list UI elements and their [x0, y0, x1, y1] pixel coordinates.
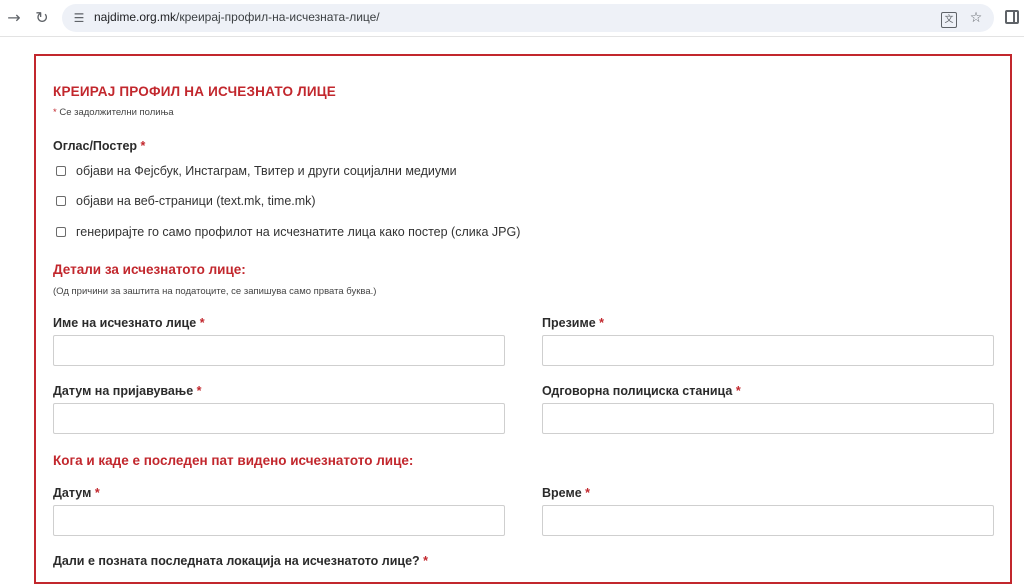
last-location-question: Дали е позната последната локација на ис…	[53, 554, 429, 568]
jpg-poster-option-label: генерирајте го само профилот на исчезнат…	[76, 225, 521, 239]
social-media-checkbox[interactable]	[56, 166, 66, 176]
websites-option-label: објави на веб-страници (text.mk, time.mk…	[76, 194, 316, 208]
missing-person-form: КРЕИРАЈ ПРОФИЛ НА ИСЧЕЗНАТО ЛИЦЕ * Се за…	[34, 54, 1012, 584]
jpg-poster-checkbox[interactable]	[56, 227, 66, 237]
forward-arrow-icon[interactable]: →	[4, 8, 24, 28]
last-name-input[interactable]	[542, 335, 994, 366]
last-seen-time-label: Време *	[542, 486, 591, 500]
side-panel-icon[interactable]	[1005, 10, 1019, 24]
required-note: * Се задолжителни полиња	[53, 107, 174, 118]
poster-label: Оглас/Постер *	[53, 139, 146, 153]
reload-icon[interactable]: ↻	[32, 8, 52, 28]
address-bar[interactable]: ☰ najdime.org.mk/креирај-профил-на-исчез…	[62, 4, 994, 32]
browser-toolbar: → ↻ ☰ najdime.org.mk/креирај-профил-на-и…	[0, 0, 1024, 37]
last-name-label: Презиме *	[542, 316, 605, 330]
privacy-note: (Од причини за заштита на податоците, се…	[53, 286, 377, 297]
last-seen-time-input[interactable]	[542, 505, 994, 536]
police-station-input[interactable]	[542, 403, 994, 434]
first-name-label: Име на исчезнато лице *	[53, 316, 205, 330]
last-seen-date-label: Датум *	[53, 486, 100, 500]
report-date-input[interactable]	[53, 403, 505, 434]
url-text[interactable]: najdime.org.mk/креирај-профил-на-исчезна…	[94, 10, 380, 24]
bookmark-star-icon[interactable]: ☆	[967, 9, 985, 27]
url-path: /креирај-профил-на-исчезната-лице/	[176, 10, 380, 24]
report-date-label: Датум на пријавување *	[53, 384, 202, 398]
poster-option-websites[interactable]: објави на веб-страници (text.mk, time.mk…	[56, 194, 316, 208]
police-station-label: Одговорна полициска станица *	[542, 384, 741, 398]
last-seen-date-input[interactable]	[53, 505, 505, 536]
details-heading: Детали за исчезнатото лице:	[53, 262, 246, 277]
form-title: КРЕИРАЈ ПРОФИЛ НА ИСЧЕЗНАТО ЛИЦЕ	[53, 84, 336, 99]
last-seen-heading: Кога и каде е последен пат видено исчезн…	[53, 453, 414, 468]
poster-option-social[interactable]: објави на Фејсбук, Инстаграм, Твитер и д…	[56, 164, 457, 178]
translate-icon[interactable]: 文	[940, 9, 958, 28]
first-name-input[interactable]	[53, 335, 505, 366]
url-host: najdime.org.mk	[94, 10, 177, 24]
social-media-option-label: објави на Фејсбук, Инстаграм, Твитер и д…	[76, 164, 457, 178]
websites-checkbox[interactable]	[56, 196, 66, 206]
poster-option-jpg[interactable]: генерирајте го само профилот на исчезнат…	[56, 225, 520, 239]
site-info-icon[interactable]: ☰	[71, 10, 87, 26]
